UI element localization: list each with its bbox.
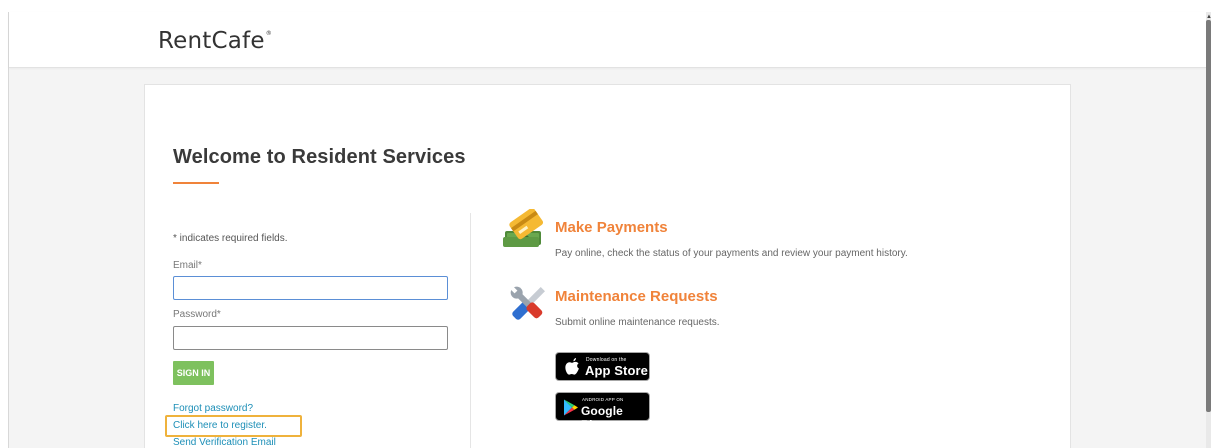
app-store-big-text: App Store xyxy=(585,363,649,378)
scrollbar-thumb[interactable] xyxy=(1206,20,1211,412)
password-field[interactable] xyxy=(173,326,448,350)
rentcafe-logo[interactable]: RentCafe® xyxy=(158,28,272,54)
sign-in-button[interactable]: SIGN IN xyxy=(173,361,214,385)
required-fields-note: * indicates required fields. xyxy=(173,233,288,244)
top-bar: RentCafe® xyxy=(9,12,1206,68)
column-divider xyxy=(470,213,471,448)
app-store-badge[interactable]: Download on the App Store xyxy=(555,352,650,381)
page-title: Welcome to Resident Services xyxy=(173,146,466,168)
wrench-screwdriver-icon xyxy=(510,286,545,320)
logo-text: RentCafe xyxy=(158,28,265,54)
password-label: Password* xyxy=(173,309,221,320)
make-payments-description: Pay online, check the status of your pay… xyxy=(555,248,908,259)
google-play-big-text: Google Play xyxy=(581,404,623,432)
register-link-highlight xyxy=(165,415,302,437)
login-card: Welcome to Resident Services * indicates… xyxy=(144,84,1071,448)
maintenance-requests-description: Submit online maintenance requests. xyxy=(555,317,720,328)
make-payments-title[interactable]: Make Payments xyxy=(555,219,668,236)
google-play-icon xyxy=(564,399,578,416)
google-play-badge[interactable]: ANDROID APP ON Google Play xyxy=(555,392,650,432)
send-verification-email-link[interactable]: Send Verification Email xyxy=(173,437,276,448)
email-field[interactable] xyxy=(173,276,448,300)
page-frame: RentCafe® Welcome to Resident Services *… xyxy=(8,12,1206,448)
registered-mark: ® xyxy=(265,30,272,37)
forgot-password-link[interactable]: Forgot password? xyxy=(173,403,253,414)
title-underline xyxy=(173,182,219,184)
maintenance-requests-title[interactable]: Maintenance Requests xyxy=(555,288,718,305)
google-play-small-text: ANDROID APP ON xyxy=(582,397,624,402)
apple-icon xyxy=(565,358,579,375)
payment-card-cash-icon xyxy=(503,209,544,247)
email-label: Email* xyxy=(173,260,202,271)
